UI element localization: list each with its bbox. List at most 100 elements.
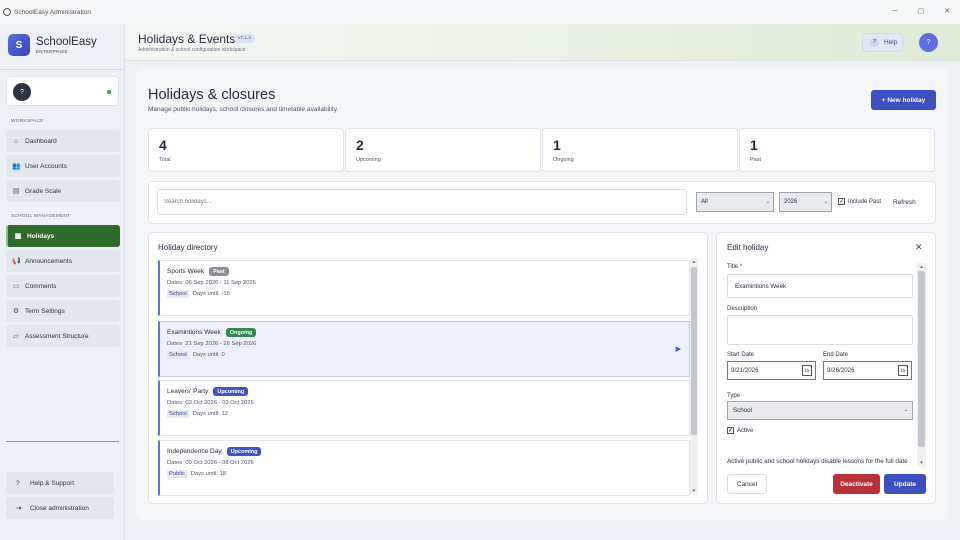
status-badge: Ongoing	[225, 328, 257, 337]
question-icon: ?	[870, 38, 879, 47]
user-avatar: ?	[13, 83, 31, 101]
user-card[interactable]: ?	[6, 76, 119, 106]
category-tag: School	[167, 351, 189, 359]
sidebar-item-announcements[interactable]: 📢 Announcements	[6, 250, 120, 272]
sidebar-item-comments[interactable]: ▭ Comments	[6, 275, 120, 297]
sidebar-item-label: Comments	[25, 282, 57, 290]
sidebar-item-term-settings[interactable]: ⚙ Term Settings	[6, 300, 120, 322]
cancel-button[interactable]: Cancel	[727, 474, 767, 494]
maximize-icon[interactable]: ▢	[908, 0, 934, 24]
close-window-icon[interactable]: ✕	[934, 0, 960, 24]
holiday-dates: 21 Sep 2026 - 26 Sep 2026	[185, 341, 257, 347]
end-date-value: 9/26/2026	[827, 367, 855, 374]
holiday-row[interactable]: Independence Day Upcoming Dates 09 Oct 20…	[158, 440, 690, 496]
description-field[interactable]	[727, 315, 913, 345]
sidebar-item-grade-scale[interactable]: ▤ Grade Scale	[6, 180, 120, 202]
home-icon: ⌂	[13, 137, 19, 145]
stat-ongoing: 1 Ongoing	[542, 128, 738, 172]
stat-value: 1	[553, 137, 561, 153]
start-date-picker[interactable]: 9/21/2026 15	[727, 361, 816, 380]
deactivate-button[interactable]: Deactivate	[833, 474, 880, 494]
play-icon: ▶	[675, 346, 681, 353]
help-support-button[interactable]: ? Help & Support	[6, 472, 114, 494]
management-section-label: SCHOOL MANAGEMENT	[11, 214, 71, 219]
stat-label: Upcoming	[356, 157, 381, 163]
minimize-icon[interactable]: ─	[882, 0, 908, 24]
search-input[interactable]	[157, 189, 687, 215]
directory-title: Holiday directory	[158, 243, 218, 252]
refresh-button[interactable]: Refresh	[893, 199, 916, 206]
scroll-up-icon[interactable]: ▲	[917, 263, 926, 271]
megaphone-icon: 📢	[12, 258, 21, 265]
holiday-dates: 09 Oct 2026 - 08 Oct 2026	[185, 460, 254, 466]
calendar-icon[interactable]: 15	[802, 365, 812, 376]
exit-icon: ⇥	[16, 505, 22, 512]
stat-label: Past	[750, 157, 762, 163]
scroll-thumb[interactable]	[691, 267, 697, 435]
sidebar-item-label: User Accounts	[25, 162, 67, 170]
brand-edition: ENTERPRISE	[36, 49, 68, 54]
new-holiday-button[interactable]: + New holiday	[871, 90, 936, 110]
days-prefix: Days until:	[192, 352, 220, 358]
holiday-note: Active public and school holidays disabl…	[727, 458, 908, 465]
scroll-down-icon[interactable]: ▼	[690, 487, 698, 495]
category-select[interactable]: All ⌄	[696, 192, 774, 212]
stat-label: Total	[159, 157, 171, 163]
sidebar-item-user-accounts[interactable]: 👥 User Accounts	[6, 155, 120, 177]
end-date-picker[interactable]: 9/26/2026 15	[823, 361, 912, 380]
sidebar-item-label: Grade Scale	[25, 187, 62, 195]
holiday-dates: 03 Oct 2026 - 03 Oct 2026	[185, 400, 254, 406]
update-button[interactable]: Update	[884, 474, 926, 494]
sidebar-footer-divider	[6, 441, 119, 442]
sidebar-item-holidays[interactable]: ▦ Holidays	[6, 225, 120, 247]
sidebar-divider	[0, 69, 125, 70]
window-titlebar: SchoolEasy Administration ─ ▢ ✕	[0, 0, 960, 24]
sidebar-item-dashboard[interactable]: ⌂ Dashboard	[6, 130, 120, 152]
category-tag: School	[167, 410, 189, 418]
sidebar-item-label: Dashboard	[25, 137, 57, 145]
header-subtitle: Administration & school configuration wo…	[138, 47, 246, 53]
type-select[interactable]: School ⌄	[727, 401, 913, 420]
calendar-icon[interactable]: 15	[898, 365, 908, 376]
edit-panel-scrollbar[interactable]: ▲ ▼	[917, 263, 926, 467]
include-past-checkbox[interactable]: ✓ Include Past	[838, 198, 881, 205]
holiday-name: Independence Day	[167, 448, 222, 455]
question-icon: ?	[16, 479, 20, 487]
gear-icon: ⚙	[12, 308, 20, 315]
holiday-row[interactable]: Sports Week Past Dates 06 Sep 2026 - 11 S…	[158, 260, 690, 316]
scroll-down-icon[interactable]: ▼	[917, 459, 926, 467]
title-field[interactable]	[727, 274, 913, 298]
category-tag: Public	[167, 470, 187, 478]
stat-upcoming: 2 Upcoming	[345, 128, 541, 172]
days-prefix: Days until:	[192, 411, 220, 417]
scroll-up-icon[interactable]: ▲	[690, 258, 698, 266]
holiday-row[interactable]: Leavers' Party Upcoming Dates 03 Oct 2026…	[158, 380, 690, 436]
active-checkbox[interactable]: ✓ Active	[727, 427, 753, 434]
help-button[interactable]: ? Help	[862, 33, 903, 52]
start-date-label: Start Date	[727, 352, 755, 358]
holiday-row-selected[interactable]: Examintions Week Ongoing Dates 21 Sep 202…	[158, 321, 690, 377]
close-administration-button[interactable]: ⇥ Close administration	[6, 497, 114, 519]
directory-scrollbar[interactable]: ▲ ▼	[690, 258, 698, 495]
help-label: Help	[884, 39, 898, 46]
users-icon: 👥	[12, 163, 21, 170]
category-select-value: All	[701, 199, 708, 205]
holiday-directory: Holiday directory Sports Week Past Dates …	[148, 232, 708, 504]
scroll-thumb[interactable]	[918, 271, 925, 447]
sidebar-item-assessment-structure[interactable]: ▱ Assessment Structure	[6, 325, 120, 347]
status-badge: Upcoming	[213, 387, 249, 396]
checkbox-checked-icon: ✓	[727, 427, 734, 434]
days-until: 0	[221, 352, 225, 358]
header-title: Holidays & Events	[138, 32, 236, 46]
stat-value: 1	[750, 137, 758, 153]
brand-logo: S	[8, 34, 30, 56]
stat-value: 4	[159, 137, 167, 153]
holiday-dates: 06 Sep 2026 - 11 Sep 2026	[185, 280, 256, 286]
category-tag: School	[167, 290, 189, 298]
page-title: Holidays & closures	[148, 87, 276, 103]
grid-icon: ▤	[12, 188, 20, 195]
checkbox-checked-icon: ✓	[838, 198, 845, 205]
header-avatar[interactable]: ?	[919, 33, 938, 52]
close-icon[interactable]: ✕	[915, 242, 923, 253]
year-select[interactable]: 2026 ⌄	[779, 192, 832, 212]
